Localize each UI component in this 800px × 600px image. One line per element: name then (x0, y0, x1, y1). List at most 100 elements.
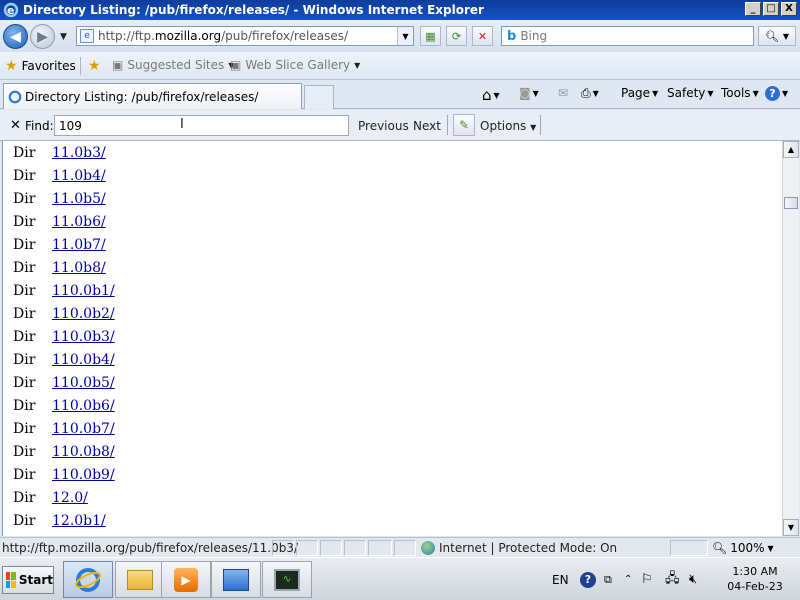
help-icon: ? (580, 571, 596, 588)
ie-icon (75, 567, 101, 592)
find-options-button[interactable]: Options ▼ (480, 119, 536, 133)
print-button[interactable]: ⎙ ▼ (581, 86, 599, 101)
ie-tab-icon (8, 90, 22, 103)
address-bar[interactable]: e http://ftp.mozilla.org/pub/firefox/rel… (76, 26, 414, 46)
find-previous-button[interactable]: Previous (358, 119, 409, 133)
protected-mode-pane[interactable] (670, 540, 708, 556)
status-bar: http://ftp.mozilla.org/pub/firefox/relea… (0, 537, 800, 557)
zoom-button[interactable]: 🔍︎ 100% ▼ (712, 541, 774, 555)
restore-icon[interactable]: ⧉ (604, 558, 612, 600)
show-hidden-icons-button[interactable]: ⌃ (624, 558, 632, 600)
chevron-down-icon: ▼ (493, 90, 500, 100)
safety-menu[interactable]: Safety ▼ (667, 86, 714, 100)
highlight-matches-button[interactable]: ✎ (453, 114, 475, 136)
new-tab-button[interactable] (304, 85, 334, 109)
star-icon: ★ (5, 58, 18, 74)
zoom-level: 100% (730, 541, 765, 555)
start-button[interactable]: Start (2, 566, 54, 594)
taskbar-internet-explorer[interactable] (63, 561, 113, 598)
vertical-scrollbar[interactable]: ▲ ▼ (782, 141, 799, 536)
chevron-down-icon: ▼ (752, 88, 759, 98)
find-next-button[interactable]: Next (413, 119, 441, 133)
search-button[interactable]: 🔍︎ ▼ (758, 26, 796, 46)
suggested-sites-button[interactable]: ▣ Suggested Sites ▼ (112, 58, 234, 72)
entry-type: Dir (13, 167, 36, 184)
scroll-down-button[interactable]: ▼ (783, 519, 799, 536)
directory-link[interactable]: 11.0b6/ (52, 214, 106, 230)
compatibility-view-button[interactable]: ▦ (420, 26, 441, 46)
tab-directory-listing[interactable]: Directory Listing: /pub/firefox/releases… (3, 83, 302, 109)
stop-button[interactable]: ✕ (472, 26, 493, 46)
minimize-button[interactable]: _ (745, 2, 761, 16)
address-dropdown-icon[interactable]: ▼ (397, 27, 413, 45)
maximize-button[interactable]: □ (763, 2, 779, 16)
scroll-up-button[interactable]: ▲ (783, 141, 799, 158)
close-button[interactable]: X (781, 2, 797, 16)
address-url[interactable]: http://ftp.mozilla.org/pub/firefox/relea… (98, 29, 348, 43)
search-placeholder: Bing (520, 29, 548, 43)
help-tray-icon[interactable]: ? (580, 558, 596, 600)
close-find-icon[interactable]: ✕ (10, 118, 21, 133)
directory-link[interactable]: 11.0b8/ (52, 260, 106, 276)
directory-link[interactable]: 11.0b7/ (52, 237, 106, 253)
home-button[interactable]: ⌂ ▼ (482, 86, 500, 104)
directory-link[interactable]: 110.0b9/ (52, 467, 115, 483)
help-button[interactable]: ? ▼ (765, 86, 788, 101)
directory-link[interactable]: 110.0b4/ (52, 352, 115, 368)
safety-menu-label: Safety (667, 86, 706, 100)
tools-menu[interactable]: Tools ▼ (721, 86, 759, 100)
clock[interactable]: 1:30 AM 04-Feb-23 (712, 564, 798, 594)
taskbar-windows-explorer[interactable] (115, 561, 165, 598)
home-icon: ⌂ (482, 86, 492, 104)
search-dropdown-icon[interactable]: ▼ (783, 32, 789, 41)
directory-link[interactable]: 110.0b7/ (52, 421, 115, 437)
page-menu[interactable]: Page ▼ (621, 86, 658, 100)
search-box[interactable]: b Bing (501, 26, 754, 46)
directory-link[interactable]: 11.0b3/ (52, 145, 106, 161)
security-zone[interactable]: Internet | Protected Mode: On (421, 541, 617, 555)
directory-link[interactable]: 110.0b5/ (52, 375, 115, 391)
directory-link[interactable]: 110.0b3/ (52, 329, 115, 345)
server-manager-icon (223, 568, 249, 591)
pencil-icon: ✎ (458, 118, 470, 132)
speaker-muted-icon: 🔇︎ (689, 572, 698, 587)
directory-link[interactable]: 11.0b5/ (52, 191, 106, 207)
web-slice-gallery-button[interactable]: ▣ Web Slice Gallery ▼ (230, 58, 360, 72)
refresh-button[interactable]: ⟳ (446, 26, 467, 46)
entry-type: Dir (13, 236, 36, 253)
history-dropdown-icon[interactable]: ▼ (60, 32, 67, 42)
action-center-icon[interactable]: ⚐ (641, 558, 653, 600)
find-label: Find: (25, 119, 54, 133)
favorites-button[interactable]: ★ Favorites (5, 58, 76, 74)
scroll-thumb[interactable] (784, 197, 798, 209)
entry-type: Dir (13, 259, 36, 276)
taskbar-media-player[interactable]: ▶ (161, 561, 211, 598)
directory-link[interactable]: 110.0b6/ (52, 398, 115, 414)
window-restore-icon: ⧉ (604, 572, 612, 586)
directory-link[interactable]: 110.0b8/ (52, 444, 115, 460)
read-mail-button[interactable]: ✉ (558, 86, 568, 100)
back-button[interactable]: ◀ (3, 24, 28, 49)
taskbar-task-manager[interactable]: ∿ (262, 561, 312, 598)
page-icon: ▣ (230, 58, 242, 72)
directory-link[interactable]: 110.0b2/ (52, 306, 115, 322)
directory-link[interactable]: 11.0b4/ (52, 168, 106, 184)
find-input[interactable]: 109 (54, 115, 349, 136)
directory-link[interactable]: 110.0b1/ (52, 283, 115, 299)
task-manager-icon: ∿ (274, 568, 300, 591)
feeds-button[interactable]: ◙ ▼ (519, 86, 539, 100)
network-icon[interactable]: 🖧︎ (665, 558, 680, 600)
page-menu-label: Page (621, 86, 651, 100)
status-pane (344, 540, 366, 556)
status-pane (272, 540, 294, 556)
rss-icon: ◙ (519, 86, 531, 100)
language-indicator[interactable]: EN (552, 558, 569, 600)
divider (540, 115, 541, 135)
add-to-favorites-bar-button[interactable]: ★ (88, 58, 101, 74)
directory-link[interactable]: 12.0b1/ (52, 513, 106, 529)
forward-button[interactable]: ▶ (30, 24, 55, 49)
entry-type: Dir (13, 190, 36, 207)
volume-icon[interactable]: 🔇︎ (689, 558, 697, 600)
taskbar-server-manager[interactable] (211, 561, 261, 598)
directory-link[interactable]: 12.0/ (52, 490, 88, 506)
